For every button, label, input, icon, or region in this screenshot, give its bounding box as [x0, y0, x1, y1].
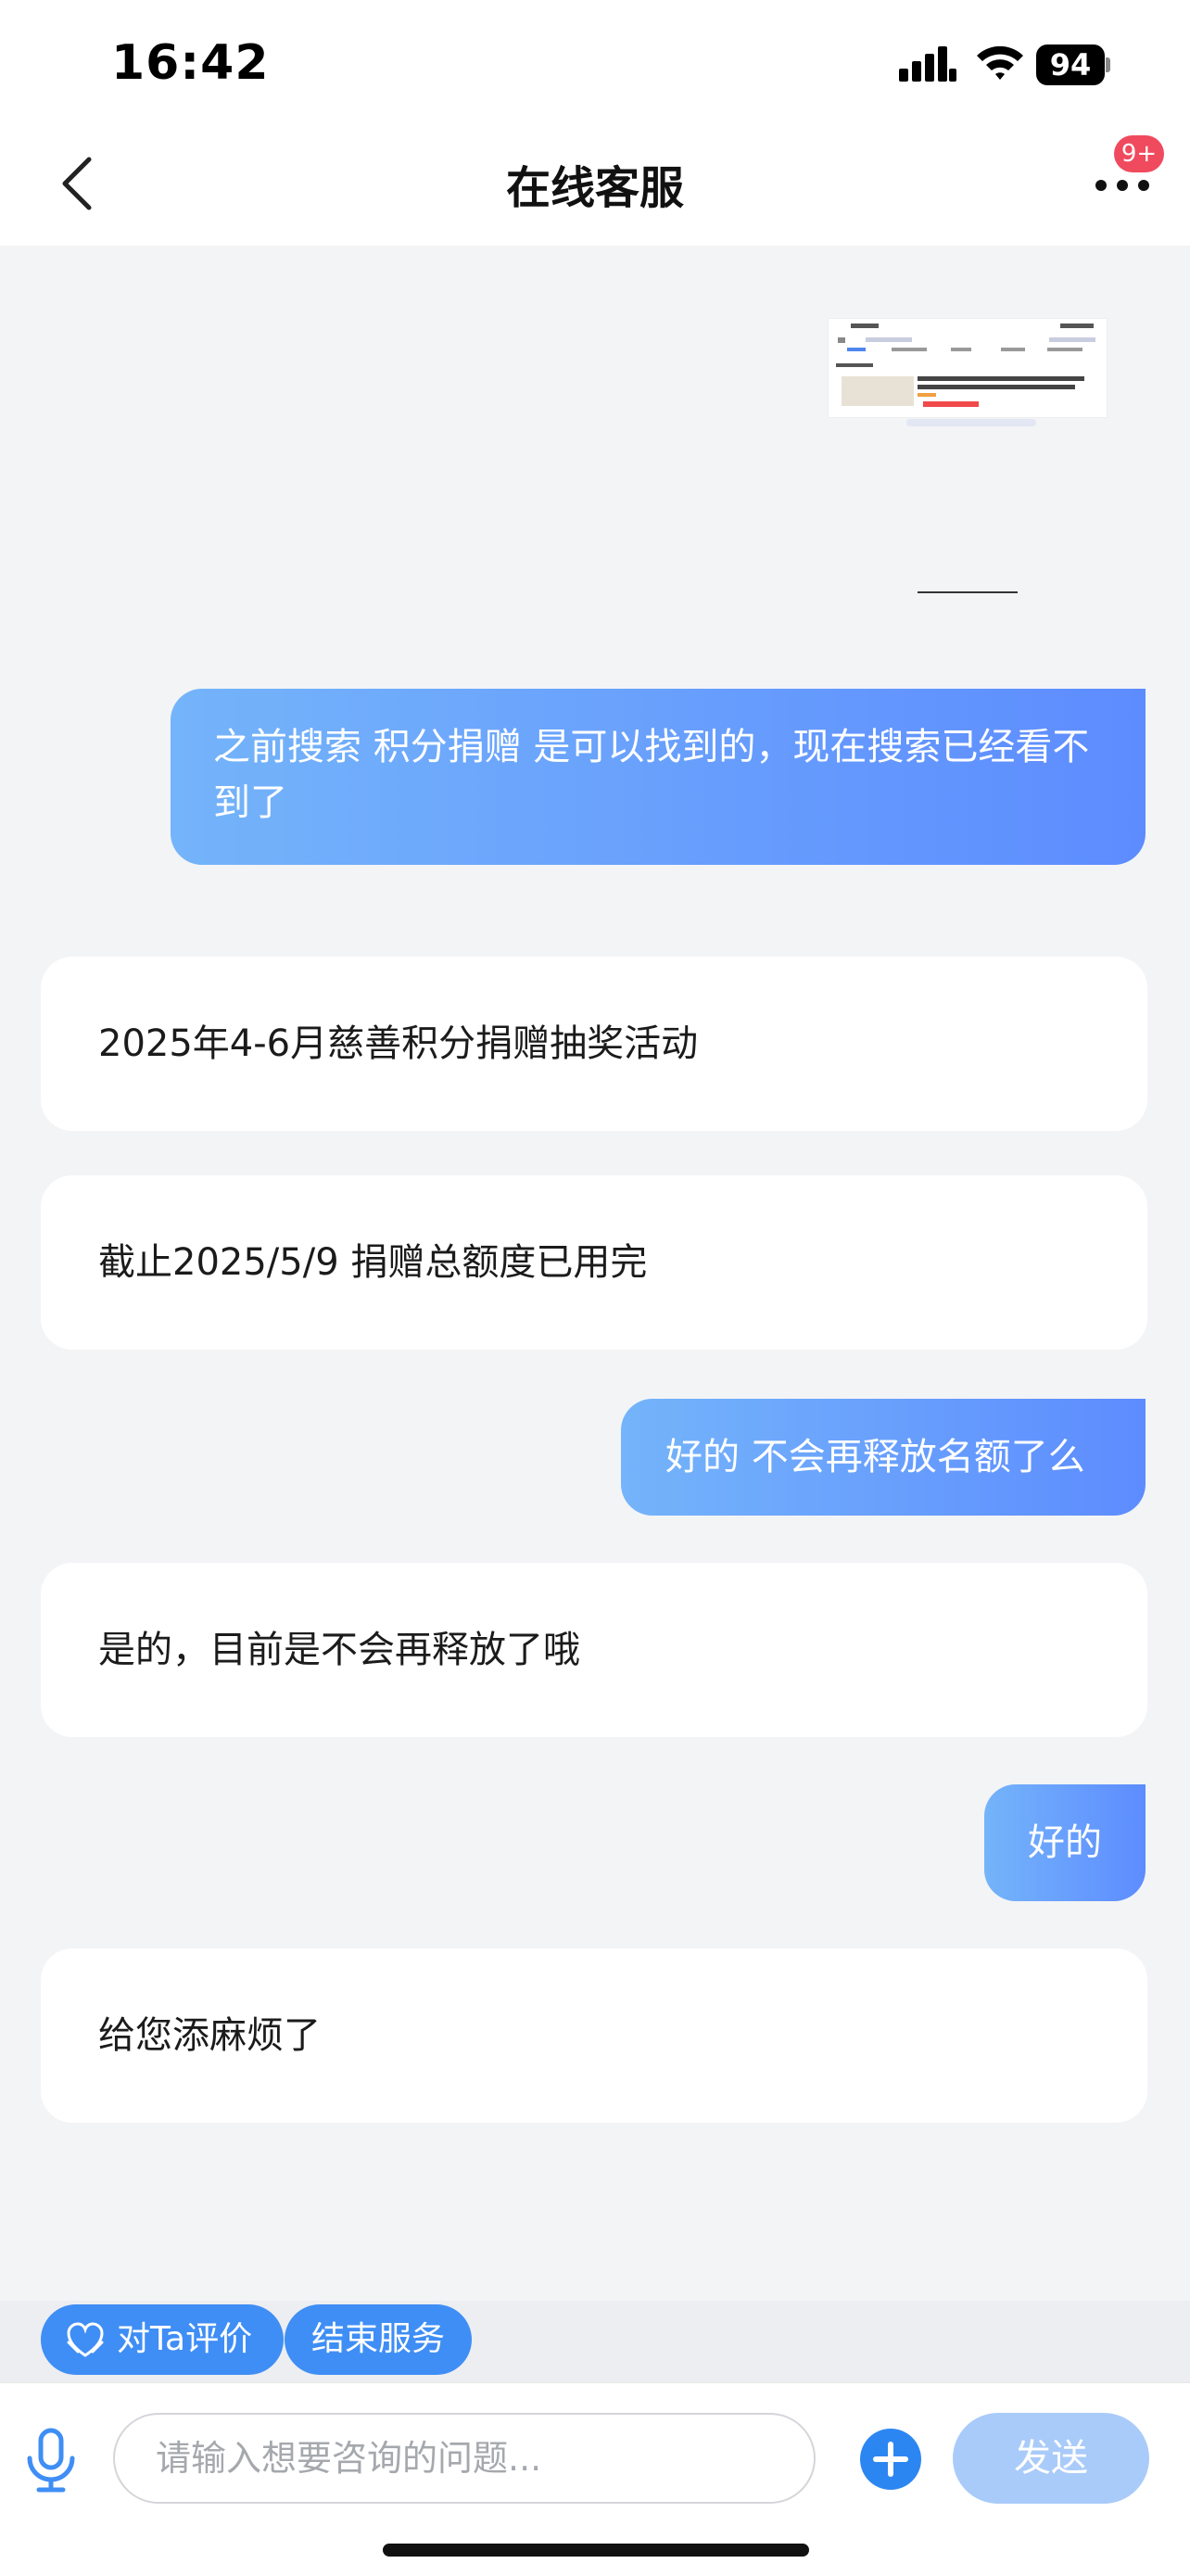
- notification-badge: 9+: [1114, 135, 1164, 172]
- wifi-icon: [977, 45, 1023, 80]
- shared-screenshot-image[interactable]: [828, 318, 1108, 418]
- page-title: 在线客服: [505, 162, 684, 214]
- more-dot-icon: [1138, 180, 1149, 191]
- more-dot-icon: [1117, 180, 1128, 191]
- battery-indicator: 94: [1036, 44, 1110, 85]
- end-service-button[interactable]: 结束服务: [285, 2304, 472, 2375]
- plus-icon: [873, 2442, 908, 2477]
- add-attachment-button[interactable]: [860, 2429, 921, 2490]
- send-button[interactable]: 发送: [953, 2413, 1149, 2504]
- screenshot-caption-line: [906, 419, 1036, 426]
- more-dot-icon: [1095, 180, 1107, 191]
- user-message-bubble: 之前搜索 积分捐赠 是可以找到的，现在搜索已经看不到了: [171, 689, 1146, 865]
- message-input[interactable]: [113, 2413, 816, 2504]
- divider-line: [918, 591, 1018, 593]
- agent-message-bubble: 截止2025/5/9 捐赠总额度已用完: [41, 1175, 1147, 1350]
- status-time: 16:42: [111, 35, 270, 91]
- user-message-bubble: 好的 不会再释放名额了么: [621, 1399, 1146, 1516]
- battery-nub: [1106, 57, 1110, 72]
- agent-message-bubble: 给您添麻烦了: [41, 1948, 1147, 2123]
- cellular-signal-icon: [899, 46, 956, 82]
- battery-level: 94: [1036, 44, 1105, 85]
- home-indicator: [383, 2544, 809, 2557]
- agent-message-bubble: 2025年4-6月慈善积分捐赠抽奖活动: [41, 957, 1147, 1131]
- user-message-bubble: 好的: [984, 1784, 1146, 1901]
- screenshot-preview-graphic: [829, 319, 1107, 417]
- heart-hands-icon: [67, 2322, 104, 2357]
- microphone-icon[interactable]: [24, 2427, 78, 2495]
- rate-agent-label: 对Ta评价: [117, 2320, 253, 2358]
- rate-agent-button[interactable]: 对Ta评价: [41, 2304, 284, 2375]
- agent-message-bubble: 是的，目前是不会再释放了哦: [41, 1563, 1147, 1737]
